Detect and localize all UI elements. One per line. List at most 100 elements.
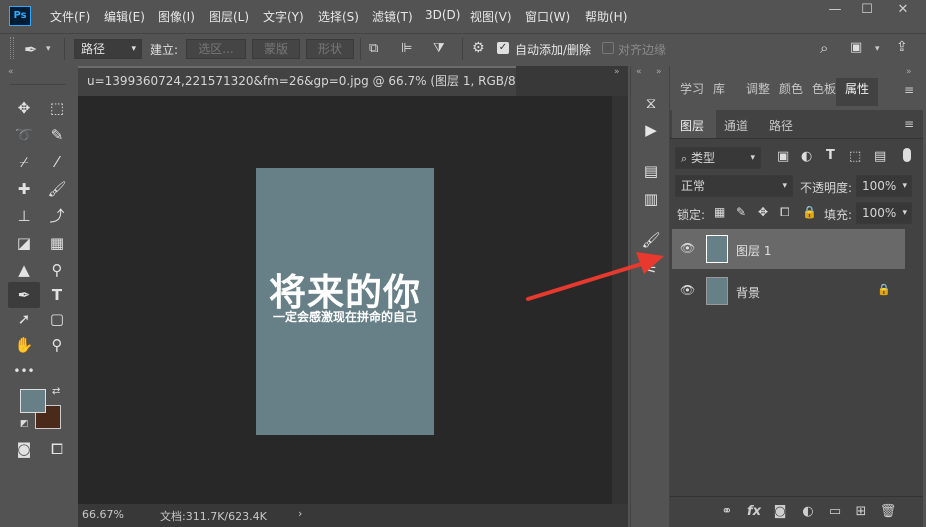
default-colors-icon[interactable]: ◩	[20, 419, 29, 429]
collapse-icon[interactable]: «	[636, 67, 642, 77]
move-tool-icon[interactable]: ✥	[11, 97, 37, 119]
tab-learn[interactable]: 学习	[680, 80, 704, 97]
zoom-level[interactable]: 66.67%	[82, 508, 124, 521]
path-selection-tool-icon[interactable]: ➚	[11, 308, 37, 330]
hand-tool-icon[interactable]: ✋	[11, 334, 37, 356]
tool-mode-select[interactable]: 路径 ▾	[74, 39, 142, 59]
type-tool-icon[interactable]: T	[44, 284, 70, 306]
shape-button[interactable]: 形状	[306, 39, 354, 59]
expand-icon[interactable]: »	[906, 67, 912, 77]
eraser-tool-icon[interactable]: ◪	[11, 232, 37, 254]
link-layers-icon[interactable]: ⚭	[718, 503, 736, 521]
tab-color[interactable]: 颜色	[779, 80, 803, 97]
trash-icon[interactable]: 🗑	[879, 503, 897, 521]
eye-icon[interactable]: 👁	[680, 241, 695, 255]
layer-name[interactable]: 背景	[736, 284, 760, 301]
marquee-tool-icon[interactable]: ⬚	[44, 97, 70, 119]
brush-settings-icon[interactable]: ⚟	[641, 258, 661, 278]
filter-pixel-icon[interactable]: ▣	[777, 149, 789, 164]
lock-artboard-icon[interactable]: ⧠	[780, 205, 790, 220]
document-tab[interactable]: u=1399360724,221571320&fm=26&gp=0.jpg @ …	[78, 66, 562, 96]
add-mask-icon[interactable]: ◙	[771, 503, 789, 521]
tab-libraries[interactable]: 库	[713, 80, 725, 97]
chevron-down-icon[interactable]: ▾	[46, 44, 51, 54]
menu-3d[interactable]: 3D(D)	[425, 8, 460, 22]
menu-layer[interactable]: 图层(L)	[209, 8, 249, 25]
menu-select[interactable]: 选择(S)	[318, 8, 359, 25]
menu-help[interactable]: 帮助(H)	[585, 8, 627, 25]
brushes-icon[interactable]: 🖌	[641, 230, 661, 250]
document-image[interactable]: 将来的你 一定会感激现在拼命的自己	[256, 168, 434, 435]
panel-menu-icon[interactable]: ≡	[904, 117, 914, 131]
vertical-scrollbar[interactable]	[612, 96, 628, 504]
tab-swatches[interactable]: 色板	[812, 80, 836, 97]
tab-properties[interactable]: 属性	[845, 80, 869, 97]
minimize-button[interactable]: —	[820, 1, 850, 19]
quick-select-tool-icon[interactable]: ✎	[44, 124, 70, 146]
properties-icon[interactable]: ▤	[641, 161, 661, 181]
tab-paths[interactable]: 路径	[769, 117, 793, 134]
filter-adjustment-icon[interactable]: ◐	[801, 149, 812, 164]
expand-panels-icon[interactable]: »	[614, 67, 620, 77]
panel-menu-icon[interactable]: ≡	[904, 83, 914, 97]
menu-image[interactable]: 图像(I)	[158, 8, 195, 25]
crop-tool-icon[interactable]: ⌿	[11, 151, 37, 173]
path-operations-icon[interactable]: ⧉	[369, 41, 378, 56]
actions-play-icon[interactable]: ▶	[641, 120, 661, 140]
restore-button[interactable]: ☐	[852, 1, 882, 19]
pen-tool-icon[interactable]: ✒	[8, 282, 40, 308]
lock-transparent-icon[interactable]: ▦	[714, 205, 725, 219]
shape-tool-icon[interactable]: ▢	[44, 308, 70, 330]
layer-row-layer1[interactable]: 👁 图层 1	[672, 229, 905, 269]
eye-icon[interactable]: 👁	[680, 283, 695, 297]
blend-mode-select[interactable]: 正常 ▾	[675, 175, 793, 197]
document-size-info[interactable]: 文档:311.7K/623.4K	[160, 508, 267, 524]
filter-smart-object-icon[interactable]: ▤	[874, 149, 886, 164]
new-adjustment-icon[interactable]: ◐	[799, 503, 817, 521]
layer-row-background[interactable]: 👁 背景 🔒	[672, 271, 905, 311]
tab-adjustments[interactable]: 调整	[746, 80, 770, 97]
screen-mode-icon[interactable]: ⧠	[44, 438, 70, 460]
new-layer-icon[interactable]: ⊞	[852, 503, 870, 521]
history-icon[interactable]: ⧖	[641, 93, 661, 113]
blur-tool-icon[interactable]: ▲	[11, 259, 37, 281]
fill-input[interactable]: 100% ▾	[856, 202, 912, 224]
swap-colors-icon[interactable]: ⇄	[52, 386, 60, 397]
menu-edit[interactable]: 编辑(E)	[104, 8, 145, 25]
notes-icon[interactable]: ▥	[641, 189, 661, 209]
auto-add-checkbox[interactable]: ✓	[497, 42, 509, 54]
menu-file[interactable]: 文件(F)	[50, 8, 90, 25]
menu-view[interactable]: 视图(V)	[470, 8, 512, 25]
gear-icon[interactable]: ⚙	[472, 40, 485, 56]
status-menu-icon[interactable]: ›	[298, 507, 302, 520]
workspace-icon[interactable]: ▣	[850, 40, 862, 55]
lock-position-icon[interactable]: ✥	[758, 205, 768, 219]
clone-stamp-tool-icon[interactable]: ⊥	[11, 205, 37, 227]
options-grip[interactable]	[10, 37, 14, 59]
gradient-tool-icon[interactable]: ▦	[44, 232, 70, 254]
layer-filter-select[interactable]: ⌕ 类型 ▾	[675, 147, 761, 169]
lock-image-icon[interactable]: ✎	[736, 205, 746, 219]
menu-filter[interactable]: 滤镜(T)	[372, 8, 413, 25]
tab-layers[interactable]: 图层	[680, 117, 704, 134]
search-icon[interactable]: ⌕	[820, 39, 828, 57]
align-edges-checkbox[interactable]	[602, 42, 614, 54]
filter-shape-icon[interactable]: ⬚	[849, 149, 861, 164]
dodge-tool-icon[interactable]: ⚲	[44, 259, 70, 281]
path-alignment-icon[interactable]: ⊫	[401, 41, 412, 56]
close-window-button[interactable]: ✕	[888, 1, 918, 19]
mask-button[interactable]: 蒙版	[252, 39, 300, 59]
new-group-icon[interactable]: ▭	[826, 503, 844, 521]
history-brush-tool-icon[interactable]: ⤴	[44, 205, 70, 227]
brush-tool-icon[interactable]: 🖌	[44, 178, 70, 200]
selection-button[interactable]: 选区...	[186, 39, 246, 59]
zoom-tool-icon[interactable]: ⚲	[44, 334, 70, 356]
share-icon[interactable]: ⇪	[896, 39, 908, 55]
foreground-color-swatch[interactable]	[20, 389, 46, 413]
pen-tool-icon[interactable]: ✒	[24, 40, 37, 59]
quick-mask-icon[interactable]: ◙	[11, 438, 37, 460]
lasso-tool-icon[interactable]: ➰	[11, 124, 37, 146]
filter-toggle[interactable]	[903, 148, 911, 162]
tab-channels[interactable]: 通道	[724, 117, 748, 134]
menu-type[interactable]: 文字(Y)	[263, 8, 304, 25]
